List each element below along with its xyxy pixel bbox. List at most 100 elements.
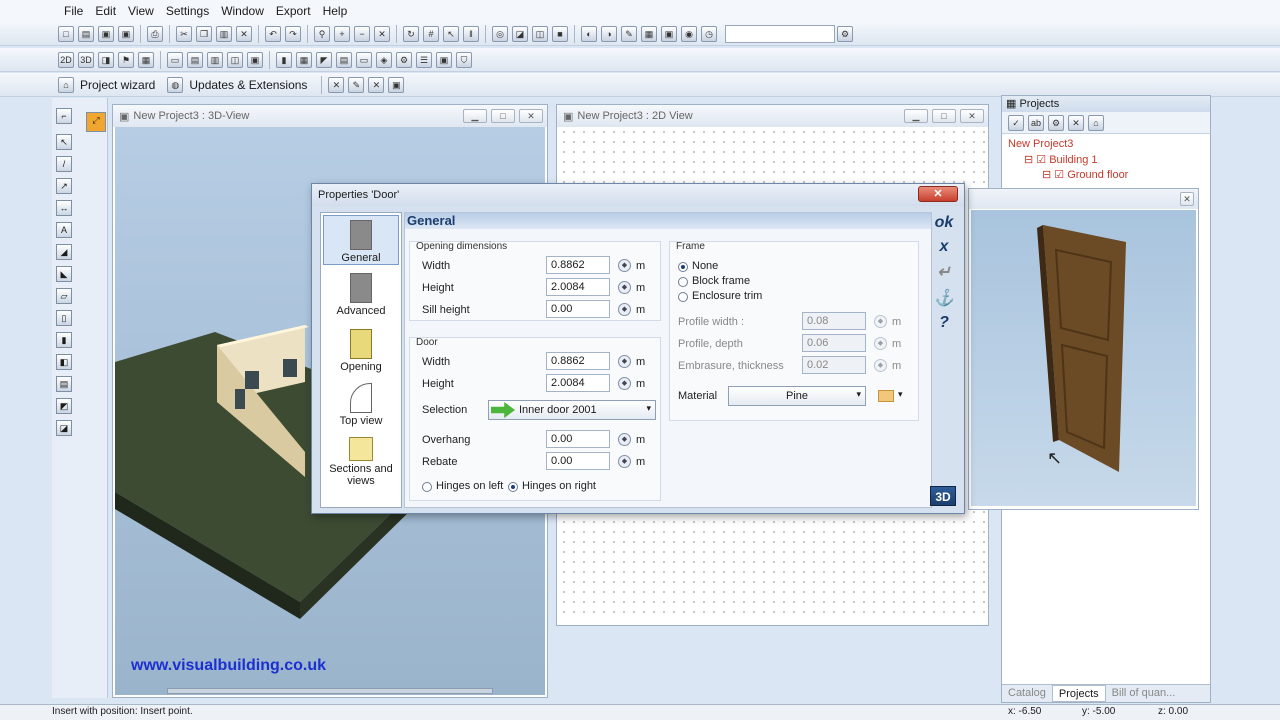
properties-icon[interactable]: ⚙ xyxy=(1048,114,1064,131)
pointer-icon[interactable]: ↖ xyxy=(56,134,72,150)
close-button[interactable]: ✕ xyxy=(519,109,543,123)
nav-opening[interactable]: Opening xyxy=(323,325,399,375)
cut-icon[interactable]: ✂ xyxy=(176,25,192,42)
tool2-icon[interactable]: ◑ xyxy=(601,25,617,42)
snap-icon[interactable]: ↖ xyxy=(443,25,459,42)
walk-icon[interactable]: ⚑ xyxy=(118,51,134,68)
anchor-icon[interactable]: ⚓ xyxy=(932,288,956,308)
material-combo[interactable]: Pine ▾ xyxy=(728,386,866,406)
refresh-icon[interactable]: ↻ xyxy=(403,25,419,42)
zoom-extents-icon[interactable]: ✕ xyxy=(374,25,390,42)
nav-sections[interactable]: Sections and views xyxy=(323,433,399,493)
overhang-input[interactable]: 0.00 xyxy=(546,430,610,448)
spin-icon[interactable]: ◆ xyxy=(618,455,631,468)
rename-icon[interactable]: ab xyxy=(1028,114,1044,131)
open-icon[interactable]: ▤ xyxy=(78,25,94,42)
wrench-icon[interactable]: ✎ xyxy=(348,76,365,93)
roof-icon[interactable]: ◣ xyxy=(56,266,72,282)
grid-icon[interactable]: # xyxy=(423,25,439,42)
minimize-button[interactable]: ▁ xyxy=(463,109,487,123)
close-button[interactable]: ✕ xyxy=(1180,192,1194,206)
cascade-icon[interactable]: ▥ xyxy=(207,51,223,68)
frame-none-radio[interactable] xyxy=(678,262,688,272)
menu-file[interactable]: File xyxy=(58,4,89,18)
2d-icon[interactable]: 2D xyxy=(58,51,74,68)
spin-icon[interactable]: ◆ xyxy=(618,281,631,294)
spin-icon[interactable]: ◆ xyxy=(618,303,631,316)
cross-tools-icon[interactable]: ✕ xyxy=(368,76,385,93)
object-icon[interactable]: ▤ xyxy=(56,376,72,392)
menu-help[interactable]: Help xyxy=(317,4,354,18)
menu-view[interactable]: View xyxy=(122,4,160,18)
menu-export[interactable]: Export xyxy=(270,4,317,18)
wall-tool-icon[interactable]: ⌐ xyxy=(56,108,72,124)
nav-advanced[interactable]: Advanced xyxy=(323,269,399,319)
doc-icon[interactable]: ▣ xyxy=(436,51,452,68)
marker-icon[interactable]: ◤ xyxy=(316,51,332,68)
folder-icon[interactable] xyxy=(878,390,894,402)
undo-icon[interactable]: ↵ xyxy=(932,262,956,282)
door-width-input[interactable]: 0.8862 xyxy=(546,352,610,370)
nav-general[interactable]: General xyxy=(323,215,399,265)
door-height-input[interactable]: 2.0084 xyxy=(546,374,610,392)
dialog-close-button[interactable]: ✕ xyxy=(918,186,958,202)
menu-window[interactable]: Window xyxy=(215,4,270,18)
chevron-down-icon[interactable]: ▾ xyxy=(898,389,903,400)
3d-icon[interactable]: 3D xyxy=(78,51,94,68)
section-icon[interactable]: ◪ xyxy=(56,420,72,436)
tab-projects[interactable]: Projects xyxy=(1051,685,1106,702)
text-icon[interactable]: A xyxy=(56,222,72,238)
3d-view-scrollbar[interactable] xyxy=(167,688,493,694)
layers-icon[interactable]: ◫ xyxy=(532,25,548,42)
hinges-right-radio[interactable] xyxy=(508,482,518,492)
building-icon[interactable]: ⌂ xyxy=(1088,114,1104,131)
help-button[interactable]: ? xyxy=(932,314,956,332)
tool5-icon[interactable]: ▣ xyxy=(661,25,677,42)
cancel-button[interactable]: x xyxy=(932,238,956,256)
door-selection-combo[interactable]: Inner door 2001 ▾ xyxy=(488,400,656,420)
redo-icon[interactable]: ↷ xyxy=(285,25,301,42)
settings-icon[interactable]: ⚙ xyxy=(837,25,853,42)
spin-icon[interactable]: ◆ xyxy=(874,315,887,328)
tool1-icon[interactable]: ◐ xyxy=(581,25,597,42)
tree-item-building[interactable]: ⊟ ☑ Building 1 xyxy=(1024,153,1098,166)
split-icon[interactable]: ◨ xyxy=(98,51,114,68)
close-button[interactable]: ✕ xyxy=(960,109,984,123)
embrasure-input[interactable]: 0.02 xyxy=(802,356,866,374)
window-icon[interactable]: ▭ xyxy=(167,51,183,68)
tool7-icon[interactable]: ◷ xyxy=(701,25,717,42)
polyline-icon[interactable]: ↗ xyxy=(56,178,72,194)
hatch-icon[interactable]: ▦ xyxy=(296,51,312,68)
zoom-out-icon[interactable]: − xyxy=(354,25,370,42)
ortho-icon[interactable]: ‖ xyxy=(463,25,479,42)
column-icon[interactable]: ▯ xyxy=(56,310,72,326)
spin-icon[interactable]: ◆ xyxy=(874,359,887,372)
table-icon[interactable]: ▤ xyxy=(336,51,352,68)
spin-icon[interactable]: ◆ xyxy=(618,355,631,368)
frame-enclosure-radio[interactable] xyxy=(678,292,688,302)
minimize-button[interactable]: ▁ xyxy=(904,109,928,123)
view-combo[interactable] xyxy=(725,24,835,43)
frame-block-radio[interactable] xyxy=(678,277,688,287)
door-tool-icon[interactable]: ▮ xyxy=(56,332,72,348)
render-icon[interactable]: ◎ xyxy=(492,25,508,42)
new-icon[interactable]: □ xyxy=(58,25,74,42)
maximize-button[interactable]: □ xyxy=(491,109,515,123)
shield-icon[interactable]: ⛉ xyxy=(456,51,472,68)
copy-icon[interactable]: ❐ xyxy=(196,25,212,42)
tree-item-floor[interactable]: ⊟ ☑ Ground floor xyxy=(1042,168,1128,181)
ok-button[interactable]: ok xyxy=(932,214,956,232)
tool4-icon[interactable]: ▦ xyxy=(641,25,657,42)
save-all-icon[interactable]: ▣ xyxy=(118,25,134,42)
project-wizard-button[interactable]: Project wizard xyxy=(80,78,155,92)
camera-icon[interactable]: ◪ xyxy=(512,25,528,42)
line-icon[interactable]: / xyxy=(56,156,72,172)
window-tool-icon[interactable]: ◧ xyxy=(56,354,72,370)
check-icon[interactable]: ✓ xyxy=(1008,114,1024,131)
tool3-icon[interactable]: ✎ xyxy=(621,25,637,42)
updates-button[interactable]: Updates & Extensions xyxy=(189,78,307,92)
tree-item-project[interactable]: New Project3 xyxy=(1008,138,1073,150)
preview-viewport[interactable] xyxy=(971,210,1196,506)
tools-icon[interactable]: ✕ xyxy=(328,76,345,93)
rebate-input[interactable]: 0.00 xyxy=(546,452,610,470)
